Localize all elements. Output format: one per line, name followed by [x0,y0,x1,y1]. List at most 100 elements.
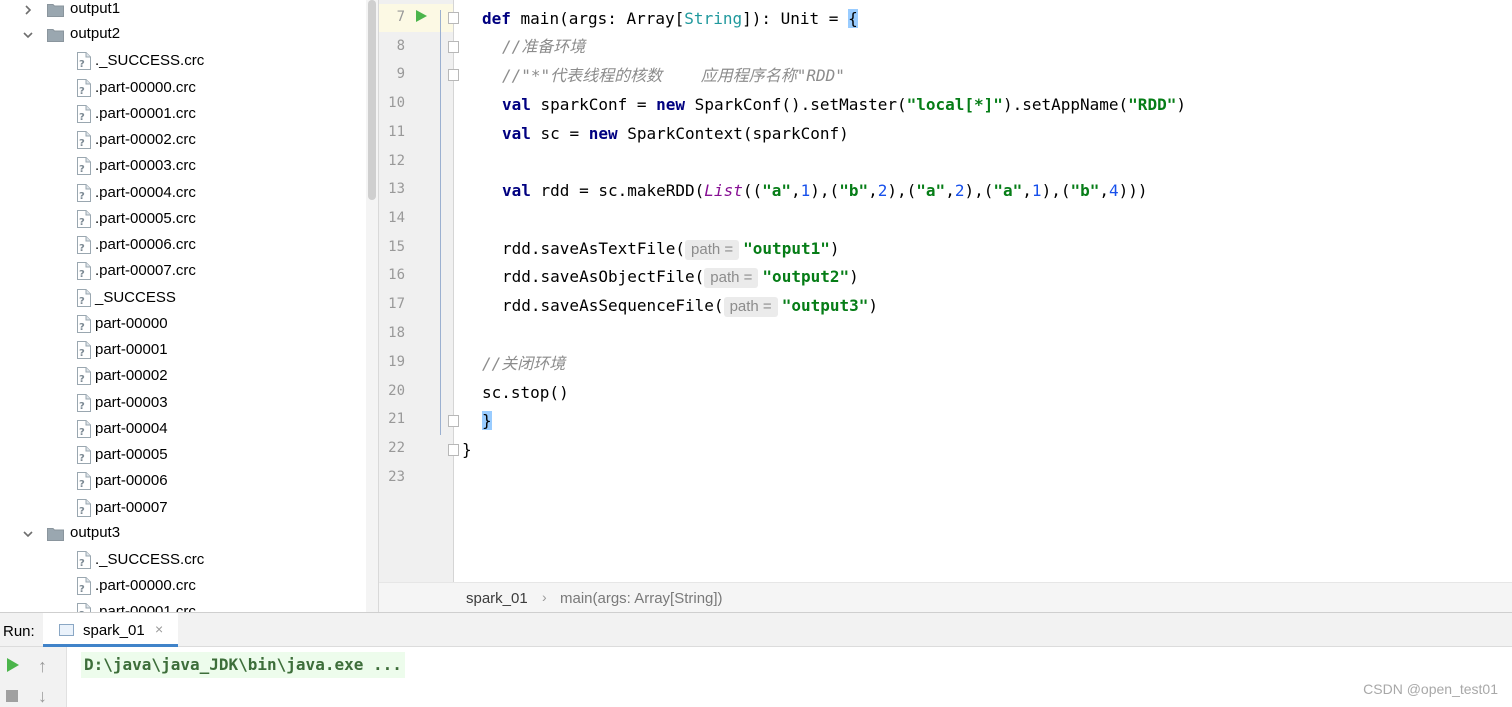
code-line-10[interactable]: val sparkConf = new SparkConf().setMaste… [502,91,1186,119]
line-number: 14 [388,210,405,226]
watermark: CSDN @open_test01 [1363,681,1498,697]
scope-indent-guide [440,10,441,435]
tree-file-row[interactable]: ? part-00002 [0,363,366,389]
code-line-20[interactable]: sc.stop() [482,379,569,407]
tree-file-row[interactable]: ? ._SUCCESS.crc [0,547,366,573]
tree-file-row[interactable]: ?.part-00001.crc [0,101,366,127]
tree-file-row[interactable]: ? part-00001 [0,337,366,363]
code-line-11[interactable]: val sc = new SparkContext(sparkConf) [502,120,849,148]
tree-file-row[interactable]: ? .part-00007.crc [0,258,366,284]
code-text: , [1022,181,1032,200]
arrow-up-icon[interactable]: ↑ [38,657,47,675]
svg-text:?: ? [79,138,85,149]
fold-marker-icon[interactable] [448,415,459,427]
unknown-file-icon: ? [76,472,92,490]
rerun-icon[interactable] [7,658,19,672]
breadcrumb-separator-icon: › [542,589,547,605]
code-line-8[interactable]: //准备环境 [502,33,585,61]
svg-text:?: ? [79,506,85,517]
code-line-16[interactable]: rdd.saveAsObjectFile(path = "output2") [502,263,859,291]
tree-folder-row[interactable]: output3 [0,521,366,547]
code-line-9[interactable]: //"*"代表线程的核数 应用程序名称"RDD" [502,62,845,90]
tree-file-row[interactable]: ? .part-00004.crc [0,180,366,206]
code-line-7[interactable]: def main(args: Array[String]): Unit = { [482,5,858,33]
tree-file-row[interactable]: ? part-00005 [0,442,366,468]
chevron-down-icon[interactable] [21,527,35,541]
unknown-file-icon: ? [76,603,92,612]
run-main-gutter-icon[interactable] [416,10,427,22]
unknown-file-icon: ? [76,262,92,280]
console-output-line[interactable]: D:\java\java_JDK\bin\java.exe ... [81,652,405,678]
stop-icon[interactable] [6,690,18,702]
tree-file-label: part-00004 [95,420,168,437]
chevron-right-icon[interactable] [21,3,35,17]
line-number: 15 [388,239,405,255]
close-icon[interactable]: × [155,621,163,637]
run-tab-spark-01[interactable]: spark_01 × [43,613,178,647]
code-line-21[interactable]: } [482,407,492,435]
line-number: 23 [388,469,405,485]
tree-file-row[interactable]: ? .part-00005.crc [0,206,366,232]
breadcrumb-method[interactable]: main(args: Array[String]) [560,590,723,607]
tree-file-label: .part-00002.crc [95,131,196,148]
tree-file-row[interactable]: ? part-00004 [0,416,366,442]
number-literal: 1 [800,181,811,200]
tree-file-label: ._SUCCESS.crc [95,551,205,568]
code-line-15[interactable]: rdd.saveAsTextFile(path = "output1") [502,235,840,263]
code-line-17[interactable]: rdd.saveAsSequenceFile(path = "output3") [502,292,878,320]
tree-file-row[interactable]: ? ._SUCCESS.crc [0,48,366,74]
gutter-divider [453,0,454,582]
code-line-22[interactable]: } [462,436,472,464]
arrow-down-icon[interactable]: ↓ [38,687,47,705]
tree-folder-row[interactable]: output1 [0,0,366,23]
unknown-file-icon: ? [76,131,92,149]
code-line-19[interactable]: //关闭环境 [482,350,565,378]
code-editor[interactable]: 7 8 9 10 11 12 13 14 15 16 17 18 19 20 21 22 23 def main… [379,0,1512,612]
string-literal: "a" [993,181,1023,200]
tree-file-row[interactable]: ? part-00006 [0,468,366,494]
tree-file-row[interactable]: ? .part-00000.crc [0,573,366,599]
tree-file-label: part-00003 [95,394,168,411]
line-number: 21 [388,411,405,427]
svg-text:?: ? [79,374,85,385]
tree-file-row[interactable]: ? part-00003 [0,390,366,416]
svg-text:?: ? [79,86,85,97]
tree-folder-row[interactable]: output2 [0,22,366,48]
code-text: ),( [887,181,917,200]
code-line-13[interactable]: val rdd = sc.makeRDD(List(("a",1),("b",2… [502,177,1148,205]
tree-file-label: .part-00001.crc [95,105,196,122]
line-number: 22 [388,440,405,456]
tree-file-row[interactable]: ? .part-00002.crc [0,127,366,153]
project-tree-scrollbar-thumb[interactable] [368,0,376,200]
tree-file-row[interactable]: ? .part-00006.crc [0,232,366,258]
code-text: rdd.saveAsTextFile( [502,239,686,258]
run-header: Run: spark_01 × [0,613,1512,647]
folder-icon [47,3,64,17]
svg-text:?: ? [79,164,85,175]
chevron-down-icon[interactable] [21,28,35,42]
tree-file-row[interactable]: ?.part-00001.crc [0,599,366,612]
tree-file-row[interactable]: ? .part-00000.crc [0,75,366,101]
line-number: 19 [388,354,405,370]
string-literal: "RDD" [1128,95,1177,114]
tree-file-row[interactable]: ? .part-00003.crc [0,153,366,179]
tree-file-row[interactable]: ? part-00007 [0,495,366,521]
run-toolbar: ↑ ↓ [0,647,67,707]
parameter-hint: path = [723,297,778,317]
tree-file-row[interactable]: ? part-00000 [0,311,366,337]
tree-file-row[interactable]: ? _SUCCESS [0,285,366,311]
folder-icon [47,527,64,541]
code-text: ).setAppName( [1002,95,1129,114]
fold-marker-icon[interactable] [448,12,459,24]
fold-marker-icon[interactable] [448,444,459,456]
fold-marker-icon[interactable] [448,41,459,53]
console-icon [59,624,74,636]
code-text: SparkContext(sparkConf) [617,124,849,143]
line-number: 20 [388,383,405,399]
breadcrumb-file[interactable]: spark_01 [466,590,528,607]
parameter-hint: path = [704,268,759,288]
unknown-file-icon: ? [76,289,92,307]
unknown-file-icon: ? [76,551,92,569]
fold-marker-icon[interactable] [448,69,459,81]
unknown-file-icon: ? [76,184,92,202]
